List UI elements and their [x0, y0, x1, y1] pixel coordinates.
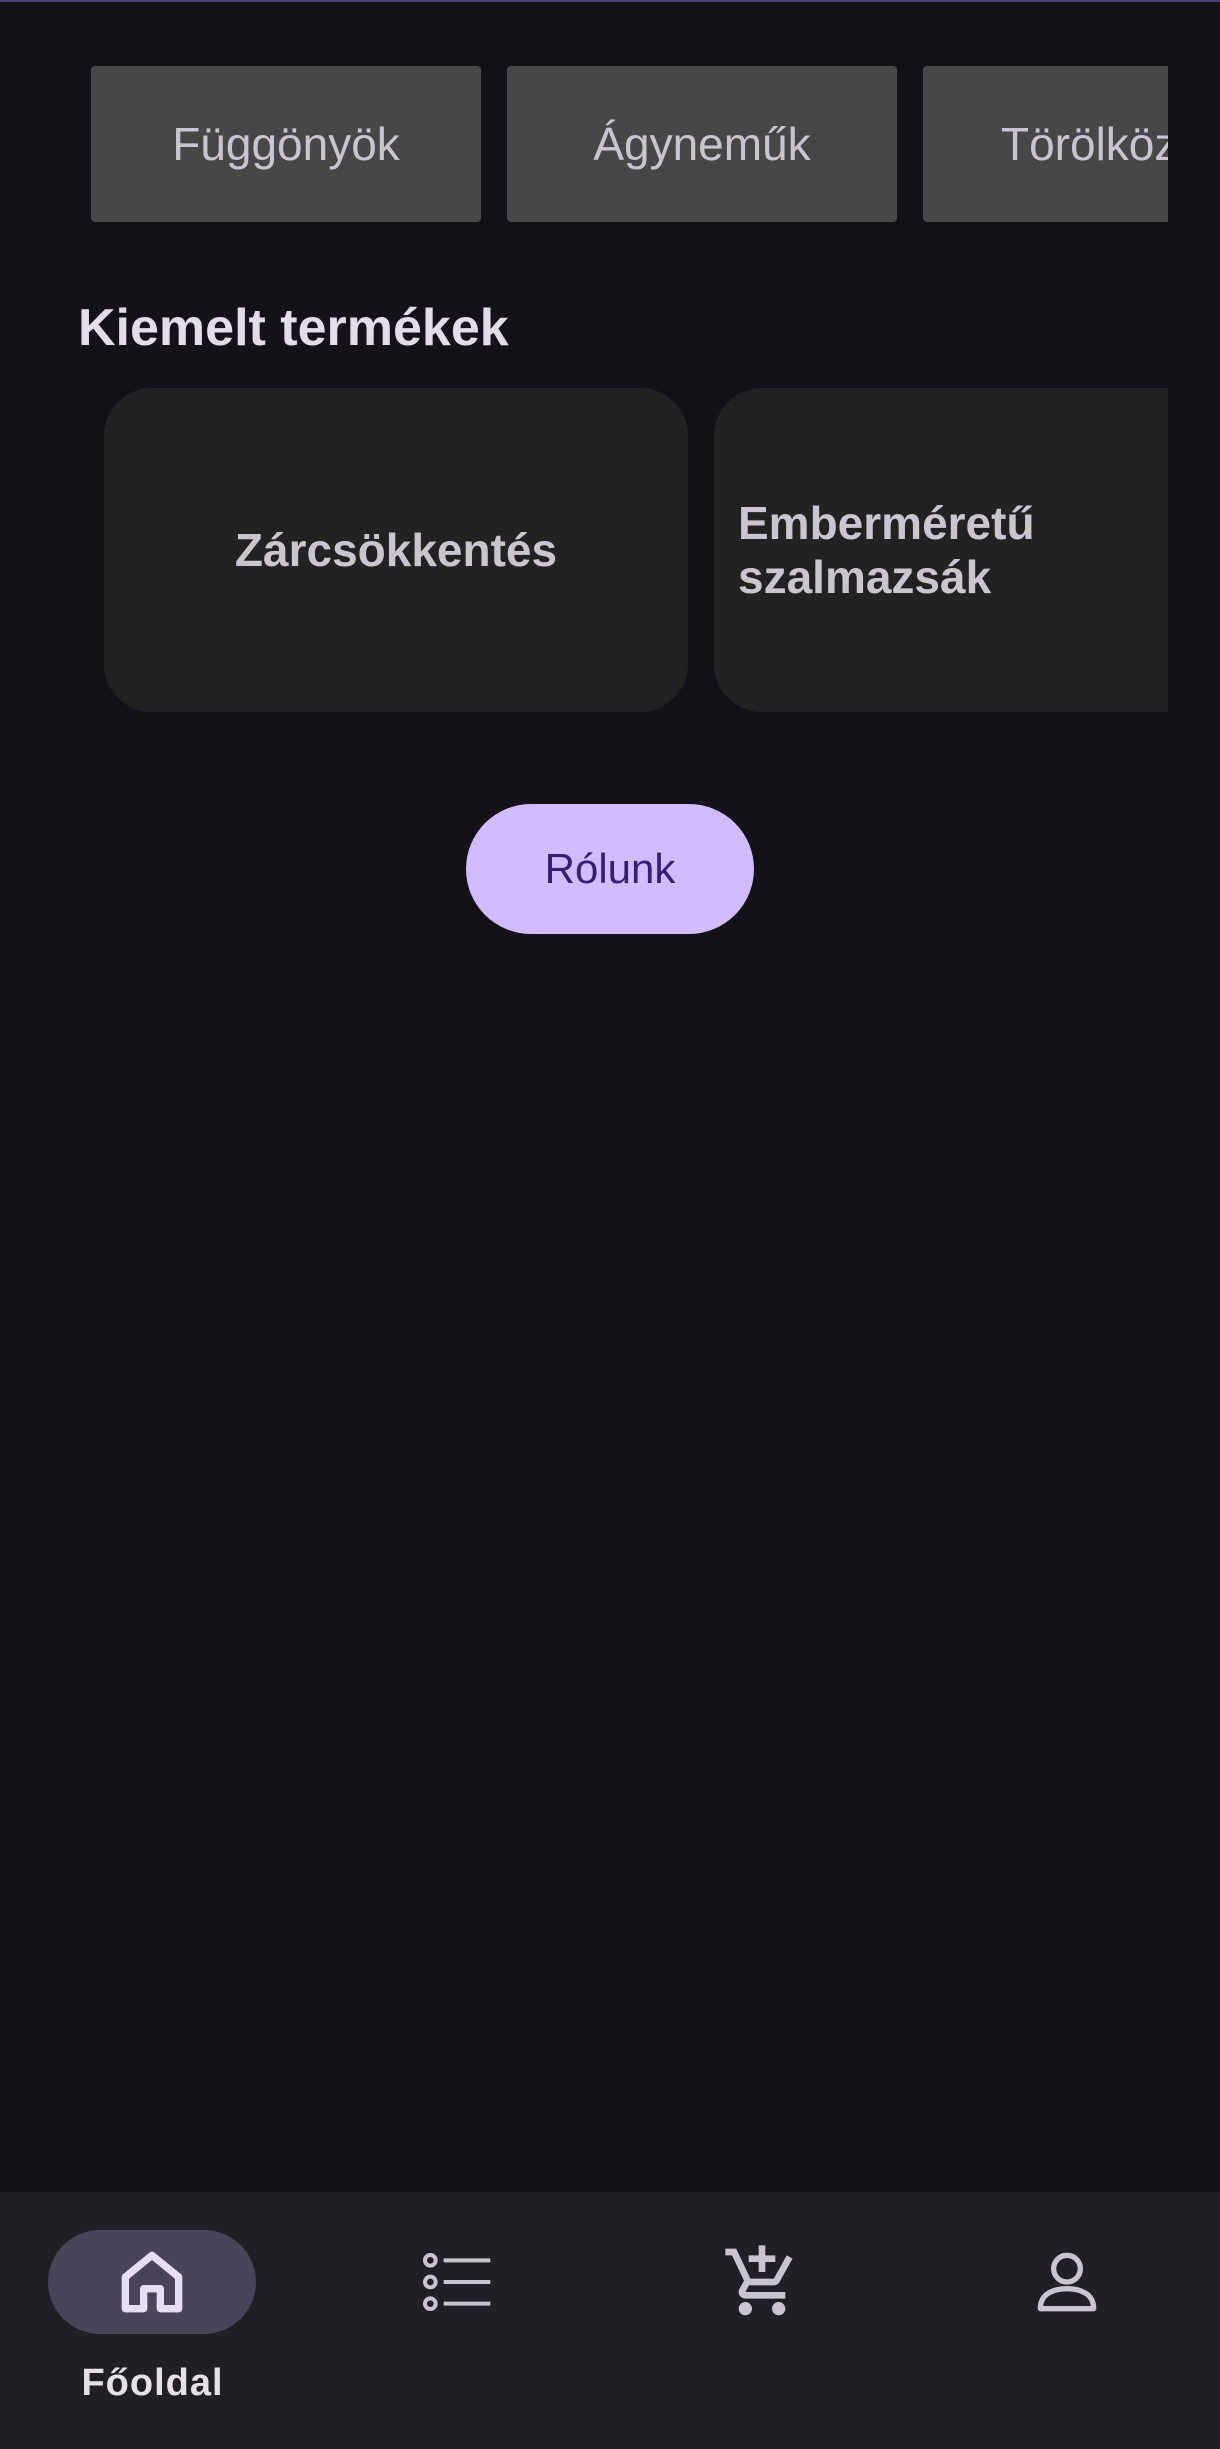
featured-card-label: Emberméretű szalmazsák — [738, 497, 1035, 603]
featured-carousel[interactable]: Zárcsökkentés Emberméretű szalmazsák — [96, 384, 1168, 716]
featured-section-title: Kiemelt termékek — [78, 299, 509, 357]
featured-card-zarcsokkentes[interactable]: Zárcsökkentés — [104, 388, 688, 712]
home-icon — [121, 2251, 183, 2313]
home-screen: Függönyök Ágyneműk Törölköz Kiemelt term… — [0, 0, 1220, 2449]
featured-card-szalmazsak[interactable]: Emberméretű szalmazsák — [714, 388, 1168, 712]
person-icon — [1037, 2252, 1097, 2312]
about-us-button[interactable]: Rólunk — [466, 804, 754, 934]
list-icon — [423, 2253, 491, 2311]
nav-item-list[interactable] — [305, 2192, 610, 2449]
nav-item-cart[interactable] — [610, 2192, 915, 2449]
top-accent-line — [0, 0, 1220, 2]
nav-item-profile[interactable] — [915, 2192, 1220, 2449]
nav-label-home: Főoldal — [81, 2362, 224, 2404]
add-to-cart-icon — [725, 2245, 793, 2316]
category-carousel[interactable]: Függönyök Ágyneműk Törölköz — [0, 66, 1168, 224]
category-chip-towels[interactable]: Törölköz — [923, 66, 1168, 222]
featured-card-label: Zárcsökkentés — [234, 524, 558, 576]
category-chip-curtains[interactable]: Függönyök — [91, 66, 481, 222]
bottom-navigation-bar: Főoldal — [0, 2192, 1220, 2449]
category-chip-bedding[interactable]: Ágyneműk — [507, 66, 897, 222]
nav-item-home[interactable]: Főoldal — [0, 2192, 305, 2449]
